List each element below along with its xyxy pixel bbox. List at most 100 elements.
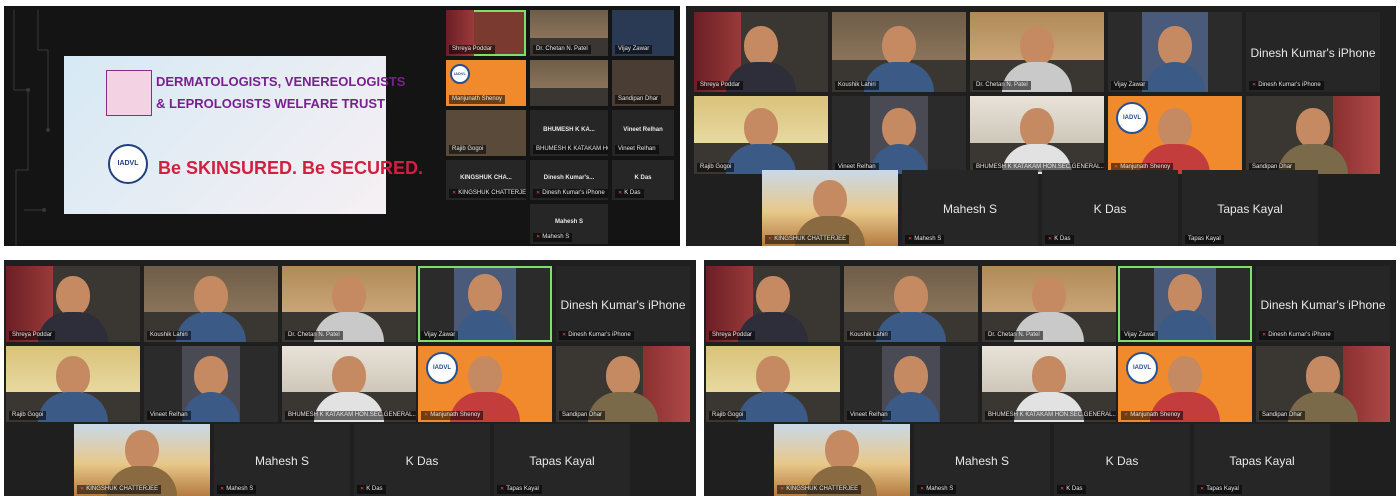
participant-tile[interactable]: Sandipan Dhar	[1256, 346, 1390, 422]
head-shape	[744, 108, 778, 148]
body-shape	[183, 392, 239, 422]
participant-tile[interactable]: KINGSHUK CHATTERJEE	[74, 424, 210, 496]
head-shape	[125, 430, 159, 470]
participant-name: Rajib Gogoi	[9, 411, 47, 420]
head-shape	[1032, 356, 1066, 396]
participant-tile[interactable]: Shreya Poddar	[694, 12, 828, 92]
thumb-tile[interactable]: Vineet Relhan Vineet Relhan	[612, 110, 674, 156]
participant-tile[interactable]: IADVLManjunath Shenoy	[1118, 346, 1252, 422]
participant-tile[interactable]: Dinesh Kumar's iPhone Dinesh Kumar's iPho…	[1256, 266, 1390, 342]
meeting-screenshot-gallery-2: Shreya Poddar Koushik Lahiri Dr. Chetan …	[4, 260, 696, 496]
family-logo	[106, 70, 152, 116]
slide-title-line-2: & LEPROLOGISTS WELFARE TRUST	[156, 96, 385, 111]
participant-center-name: Tapas Kayal	[529, 454, 595, 469]
head-shape	[1296, 108, 1330, 148]
thumb-name: Sandipan Dhar	[615, 95, 662, 104]
participant-tile[interactable]: Vijay Zawar	[418, 266, 552, 342]
participant-name: Dinesh Kumar's iPhone	[1259, 331, 1334, 340]
participant-name: Tapas Kayal	[1197, 485, 1242, 494]
participant-tile[interactable]: Dinesh Kumar's iPhone Dinesh Kumar's iPho…	[556, 266, 690, 342]
participant-tile[interactable]: Vijay Zawar	[1108, 12, 1242, 92]
participant-tile[interactable]: Vineet Relhan	[832, 96, 966, 174]
participant-tile[interactable]: K Das K Das	[1054, 424, 1190, 496]
thumb-name: Vijay Zawar	[615, 45, 653, 54]
participant-tile[interactable]: Tapas Kayal Tapas Kayal	[1194, 424, 1330, 496]
head-shape	[194, 356, 228, 396]
thumb-tile[interactable]: K Das K Das	[612, 160, 674, 200]
participant-center-name: K Das	[1105, 454, 1139, 469]
participant-name: KINGSHUK CHATTERJEE	[765, 235, 850, 244]
participant-tile[interactable]: Vineet Relhan	[844, 346, 978, 422]
participant-tile[interactable]: KINGSHUK CHATTERJEE	[762, 170, 898, 246]
participant-name: Vijay Zawar	[421, 331, 459, 340]
thumb-name: Rajib Gogoi	[449, 145, 487, 154]
participant-tile[interactable]: Sandipan Dhar	[556, 346, 690, 422]
participant-tile[interactable]: Dr. Chetan N. Patel	[982, 266, 1116, 342]
thumb-tile[interactable]: KINGSHUK CHA... KINGSHUK CHATTERJEE	[446, 160, 526, 200]
participant-tile[interactable]: Sandipan Dhar	[1246, 96, 1380, 174]
thumb-center-name: BHUMESH K KA...	[543, 127, 595, 134]
participant-tile[interactable]: Mahesh S Mahesh S	[914, 424, 1050, 496]
participant-tile[interactable]: Rajib Gogoi	[706, 346, 840, 422]
participant-tile[interactable]: BHUMESH K KATAKAM HON.SEC.GENERAL...	[970, 96, 1104, 174]
head-shape	[1158, 108, 1192, 148]
participant-tile[interactable]: K Das K Das	[1042, 170, 1178, 246]
participant-tile[interactable]: Tapas Kayal Tapas Kayal	[494, 424, 630, 496]
thumb-tile[interactable]: Vijay Zawar	[612, 10, 674, 56]
participant-tile[interactable]: BHUMESH K KATAKAM HON.SEC.GENERAL...	[282, 346, 416, 422]
thumb-center-name: K Das	[634, 175, 652, 182]
thumb-tile[interactable]: Rajib Gogoi	[446, 110, 526, 156]
participant-tile[interactable]: Mahesh S Mahesh S	[214, 424, 350, 496]
participant-tile[interactable]: Koushik Lahiri	[844, 266, 978, 342]
participant-name: Mahesh S	[217, 485, 257, 494]
head-shape	[1306, 356, 1340, 396]
thumb-name: Dinesh Kumar's iPhone	[533, 189, 608, 198]
participant-tile[interactable]: KINGSHUK CHATTERJEE	[774, 424, 910, 496]
thumb-name: Shreya Poddar	[449, 45, 496, 54]
participant-tile[interactable]: BHUMESH K KATAKAM HON.SEC.GENERAL...	[982, 346, 1116, 422]
body-shape	[1156, 310, 1214, 340]
head-shape	[332, 276, 366, 316]
participant-tile[interactable]: Tapas Kayal Tapas Kayal	[1182, 170, 1318, 246]
head-shape	[825, 430, 859, 470]
thumb-tile[interactable]: Shreya Poddar	[446, 10, 526, 56]
participant-tile[interactable]: Rajib Gogoi	[6, 346, 140, 422]
thumb-tile[interactable]: BHUMESH K KA... BHUMESH K KATAKAM HON.SEC…	[530, 110, 608, 156]
thumb-tile[interactable]: IADVL Manjunath Shenoy	[446, 60, 526, 106]
participant-tile[interactable]: Mahesh S Mahesh S	[902, 170, 1038, 246]
participant-tile[interactable]: Shreya Poddar	[6, 266, 140, 342]
participant-center-name: Dinesh Kumar's iPhone	[1260, 297, 1386, 312]
participant-center-name: Dinesh Kumar's iPhone	[1250, 45, 1376, 60]
participant-tile[interactable]: IADVLManjunath Shenoy	[418, 346, 552, 422]
participant-tile[interactable]: Dr. Chetan N. Patel	[282, 266, 416, 342]
thumb-name: Manjunath Shenoy	[449, 95, 506, 104]
participant-tile[interactable]: Koushik Lahiri	[144, 266, 278, 342]
iadvl-logo: IADVL	[450, 64, 470, 84]
participant-tile[interactable]: Shreya Poddar	[706, 266, 840, 342]
head-shape	[468, 356, 502, 396]
participant-tile[interactable]: Koushik Lahiri	[832, 12, 966, 92]
participant-name: Mahesh S	[905, 235, 945, 244]
thumb-tile[interactable]: Sandipan Dhar	[612, 60, 674, 106]
participant-tile[interactable]: Rajib Gogoi	[694, 96, 828, 174]
thumb-tile[interactable]: Mahesh S Mahesh S	[530, 204, 608, 244]
participant-tile[interactable]: Dr. Chetan N. Patel	[970, 12, 1104, 92]
participant-tile[interactable]: Vijay Zawar	[1118, 266, 1252, 342]
thumb-tile[interactable]	[530, 60, 608, 106]
thumb-tile[interactable]: Dinesh Kumar's... Dinesh Kumar's iPhone	[530, 160, 608, 200]
participant-name: Dr. Chetan N. Patel	[973, 81, 1031, 90]
shared-slide: DERMATOLOGISTS, VENEREOLOGISTS & LEPROLO…	[64, 56, 423, 214]
participant-name: K Das	[1057, 485, 1086, 494]
wall-bg	[530, 60, 608, 88]
participant-figure	[1156, 274, 1214, 340]
participant-tile[interactable]: Vineet Relhan	[144, 346, 278, 422]
participant-tile[interactable]: Dinesh Kumar's iPhone Dinesh Kumar's iPho…	[1246, 12, 1380, 92]
thumb-tile[interactable]: Dr. Chetan N. Patel	[530, 10, 608, 56]
head-shape	[756, 276, 790, 316]
participant-name: Dinesh Kumar's iPhone	[559, 331, 634, 340]
meeting-screenshot-gallery-3: Shreya Poddar Koushik Lahiri Dr. Chetan …	[704, 260, 1396, 496]
thumb-center-name: Dinesh Kumar's...	[543, 175, 595, 182]
participant-tile[interactable]: K Das K Das	[354, 424, 490, 496]
participant-tile[interactable]: IADVLManjunath Shenoy	[1108, 96, 1242, 174]
participant-center-name: Mahesh S	[254, 454, 310, 469]
